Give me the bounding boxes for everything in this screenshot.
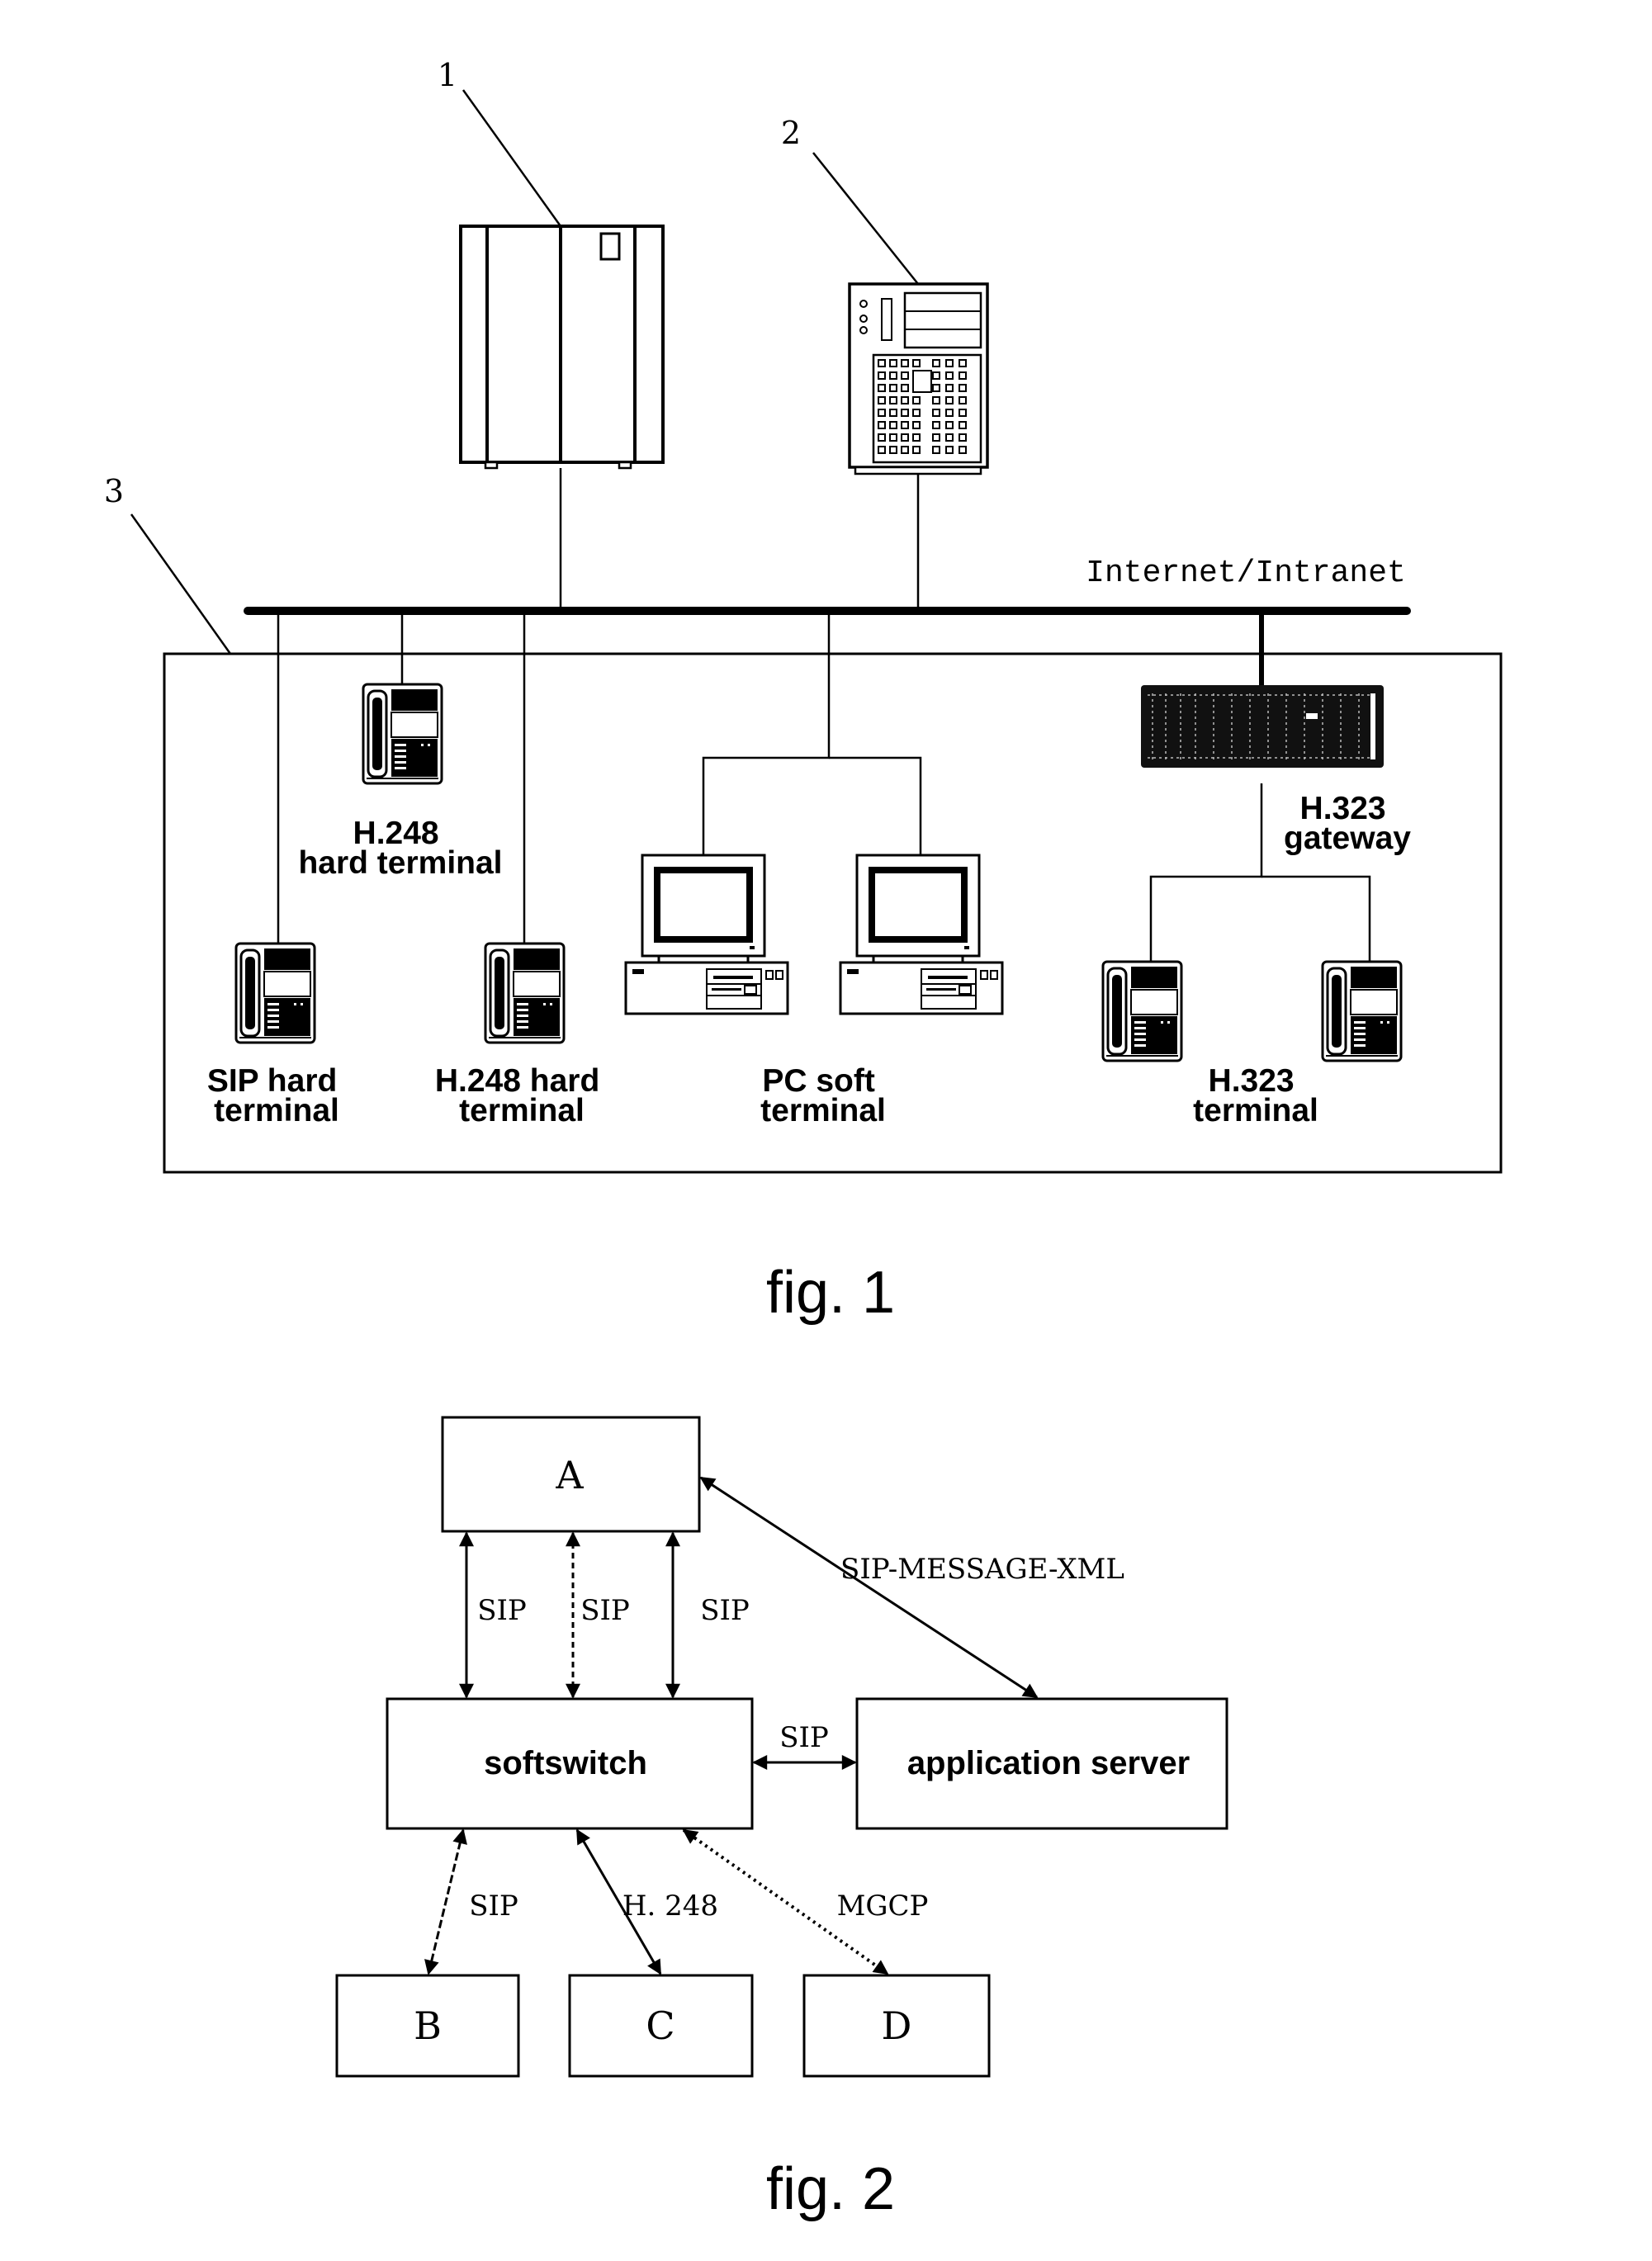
node-a-label: A (555, 1453, 584, 1497)
link-softswitch-b (424, 1828, 467, 1975)
link-label-a-softswitch-1: SIP (477, 1594, 527, 1627)
pc2-link (829, 756, 922, 855)
link-label-softswitch-c: H. 248 (622, 1890, 718, 1923)
h323-terminal2-link (1261, 875, 1371, 962)
figure-2: A softswitch application server B C D SI… (335, 1416, 1228, 2222)
desktop-pc-icon (839, 854, 1004, 1015)
desk-phone-icon (234, 942, 316, 1044)
pc1-link (702, 611, 831, 855)
h323-gateway-label-line2: gateway (1284, 821, 1411, 856)
leader-line-2 (812, 152, 919, 285)
leader-line-3 (130, 513, 232, 655)
link-label-softswitch-application-server: SIP (779, 1721, 829, 1754)
ref-label-3: 3 (104, 473, 124, 509)
svg-text:PC soft terminal: PC soft terminal (760, 1063, 886, 1128)
node-b-label: B (414, 2003, 442, 2048)
link-label-softswitch-b: SIP (469, 1890, 518, 1923)
ref-label-2: 2 (781, 115, 801, 151)
desktop-pc-icon (624, 854, 789, 1015)
figure-1: 1 2 3 Internet/Intranet H.248 hard termi… (104, 57, 1503, 1326)
link-label-a-softswitch-2: SIP (580, 1594, 630, 1627)
figure-1-caption: fig. 1 (766, 1260, 895, 1326)
svg-text:H.323 gateway: H.323 gateway (1284, 791, 1411, 856)
node-d-label: D (882, 2003, 912, 2048)
svg-text:H.248 hard terminal: H.248 hard terminal (435, 1063, 608, 1128)
link-label-softswitch-d: MGCP (837, 1890, 929, 1923)
server-tower-icon (848, 282, 989, 475)
desk-phone-icon (484, 942, 566, 1044)
leader-line-1 (462, 89, 562, 227)
patent-drawing: 1 2 3 Internet/Intranet H.248 hard termi… (104, 57, 1503, 2222)
softswitch-label: softswitch (484, 1745, 647, 1781)
svg-text:SIP hard terminal: SIP hard terminal (207, 1063, 346, 1128)
pc-soft-label-line2: terminal (760, 1093, 886, 1128)
h323-terminal-label-line2: terminal (1193, 1093, 1318, 1128)
figure-2-caption: fig. 2 (766, 2156, 895, 2222)
network-label: Internet/Intranet (1086, 556, 1406, 591)
h248-top-label-line2: hard terminal (298, 845, 502, 881)
link-label-a-softswitch-3: SIP (700, 1594, 750, 1627)
h248-hard-label-line2: terminal (459, 1093, 585, 1128)
desk-phone-icon (362, 683, 443, 785)
gateway-device-icon (1141, 685, 1384, 768)
ref-label-1: 1 (438, 57, 457, 93)
sip-hard-label-line2: terminal (214, 1093, 339, 1128)
node-c-label: C (646, 2003, 675, 2048)
svg-text:H.248 hard terminal: H.248 hard terminal (298, 816, 502, 881)
link-label-a-application-server: SIP-MESSAGE-XML (840, 1553, 1124, 1586)
desk-phone-icon (1101, 960, 1183, 1062)
server-cabinet-icon (459, 225, 665, 470)
link-a-application-server (699, 1476, 1039, 1699)
svg-text:H.323 terminal: H.323 terminal (1193, 1063, 1318, 1128)
desk-phone-icon (1321, 960, 1403, 1062)
h323-terminal1-link (1149, 783, 1263, 962)
application-server-label: application server (907, 1745, 1190, 1781)
